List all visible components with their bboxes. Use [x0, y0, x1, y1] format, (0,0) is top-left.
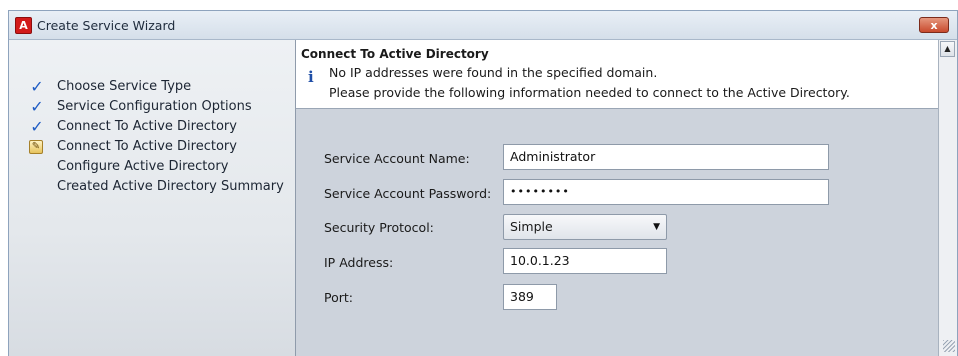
window-title: Create Service Wizard	[37, 18, 176, 33]
step-connect-active-directory-current[interactable]: ✎ Connect To Active Directory	[9, 138, 295, 158]
port-label: Port:	[324, 290, 353, 305]
step-label: Service Configuration Options	[57, 99, 252, 114]
info-message-line: No IP addresses were found in the specif…	[329, 65, 658, 80]
step-label: Connect To Active Directory	[57, 139, 237, 154]
step-connect-active-directory-done[interactable]: ✓ Connect To Active Directory	[9, 118, 295, 138]
scroll-up-arrow-icon[interactable]: ▲	[940, 41, 955, 57]
page-header: Connect To Active Directory i No IP addr…	[296, 40, 939, 109]
step-label: Created Active Directory Summary	[57, 179, 284, 194]
edit-page-icon: ✎	[29, 140, 43, 154]
security-protocol-select[interactable]: Simple ▼	[503, 214, 667, 240]
wizard-steps-sidebar: ✓ Choose Service Type ✓ Service Configur…	[9, 40, 296, 356]
checkmark-icon: ✓	[30, 117, 44, 136]
step-label: Connect To Active Directory	[57, 119, 237, 134]
wizard-content: Connect To Active Directory i No IP addr…	[296, 40, 939, 356]
step-label: Configure Active Directory	[57, 159, 229, 174]
resize-grip-icon[interactable]	[943, 340, 955, 352]
security-protocol-label: Security Protocol:	[324, 220, 434, 235]
account-name-label: Service Account Name:	[324, 151, 470, 166]
port-input[interactable]: 389	[503, 284, 557, 310]
step-choose-service-type[interactable]: ✓ Choose Service Type	[9, 78, 295, 98]
step-service-configuration[interactable]: ✓ Service Configuration Options	[9, 98, 295, 118]
step-configure-active-directory[interactable]: Configure Active Directory	[9, 158, 295, 178]
dropdown-arrow-icon: ▼	[653, 222, 660, 232]
step-label: Choose Service Type	[57, 79, 192, 94]
checkmark-icon: ✓	[30, 97, 44, 116]
ip-address-label: IP Address:	[324, 255, 394, 270]
account-password-label: Service Account Password:	[324, 186, 492, 201]
security-protocol-value: Simple	[510, 219, 553, 234]
page-title: Connect To Active Directory	[301, 47, 489, 61]
ip-address-input[interactable]: 10.0.1.23	[503, 248, 667, 274]
account-password-input[interactable]: ••••••••	[503, 179, 829, 205]
close-button[interactable]: x	[919, 17, 949, 33]
checkmark-icon: ✓	[30, 77, 44, 96]
info-icon: i	[308, 68, 314, 86]
title-bar: A Create Service Wizard x	[9, 11, 957, 40]
app-logo-icon: A	[15, 17, 32, 34]
wizard-window: A Create Service Wizard x ✓ Choose Servi…	[8, 10, 958, 356]
vertical-scrollbar[interactable]: ▲	[938, 40, 957, 356]
account-name-input[interactable]: Administrator	[503, 144, 829, 170]
instruction-message-line: Please provide the following information…	[329, 85, 850, 100]
step-active-directory-summary[interactable]: Created Active Directory Summary	[9, 178, 295, 198]
